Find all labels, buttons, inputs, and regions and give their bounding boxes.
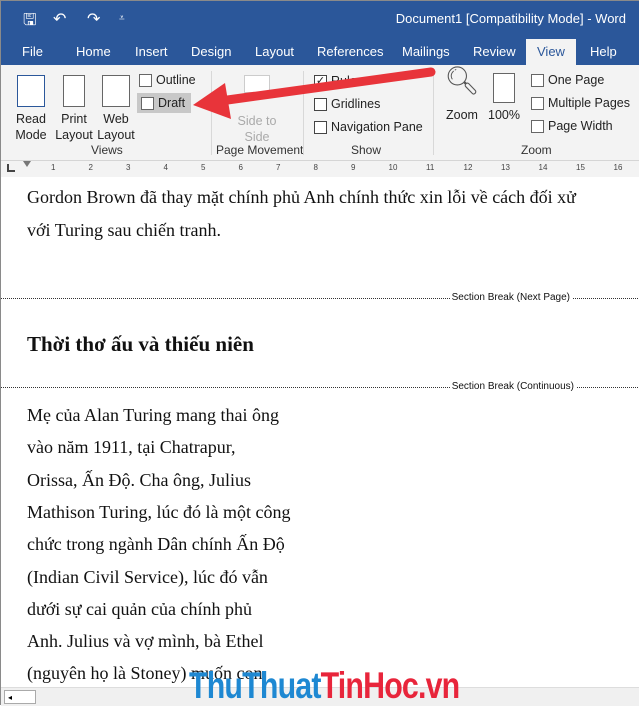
paragraph-line: với Turing sau chiến tranh.	[27, 220, 222, 240]
ruler-number: 11	[426, 163, 435, 172]
paragraph-line: Mathison Turing, lúc đó là một công	[27, 501, 291, 522]
ruler-number: 16	[613, 163, 623, 172]
section-break-next-page: Section Break (Next Page)	[1, 292, 639, 303]
annotation-arrow	[193, 67, 436, 119]
ruler-number: 12	[463, 163, 473, 172]
ruler-number: 10	[388, 163, 398, 172]
ruler-number: 2	[88, 163, 93, 172]
ruler-number: 5	[201, 163, 206, 172]
ruler-number: 14	[538, 163, 548, 172]
ruler-number: 1	[51, 163, 56, 172]
paragraph-line: Mẹ của Alan Turing mang thai ông	[27, 405, 279, 425]
scroll-left-icon[interactable]: ◂	[4, 690, 36, 704]
paragraph-line: Anh. Julius và vợ mình, bà Ethel	[27, 631, 264, 652]
paragraph-line: vào năm 1911, tại Chatrapur,	[27, 437, 236, 458]
indent-marker-icon[interactable]	[23, 161, 31, 171]
paragraph-line: (Indian Civil Service), lúc đó vẫn	[27, 566, 268, 587]
paragraph-line: chức trong ngành Dân chính Ấn Độ	[27, 534, 285, 555]
paragraph-line: dưới sự cai quản của chính phủ	[27, 598, 252, 619]
section-break-continuous: Section Break (Continuous)	[1, 381, 639, 392]
ruler-number: 7	[276, 163, 281, 172]
paragraph-line: Gordon Brown đã thay mặt chính phủ Anh c…	[27, 187, 576, 207]
heading: Thời thơ ấu và thiếu niên	[27, 332, 254, 356]
ruler-number: 15	[576, 163, 585, 172]
tab-stop-icon[interactable]	[7, 164, 15, 172]
ruler-number: 13	[501, 163, 510, 172]
horizontal-ruler[interactable]: 1 2 3 4 5 6 7 8 9 10 11 12 13 14 15 16	[1, 161, 639, 177]
ruler-number: 4	[163, 163, 168, 172]
ruler-number: 3	[126, 163, 131, 172]
paragraph-line: Orissa, Ấn Độ. Cha ông, Julius	[27, 469, 251, 490]
ruler-number: 6	[238, 163, 243, 172]
ruler-number: 9	[351, 163, 356, 172]
ruler-number: 8	[313, 163, 318, 172]
watermark-logo: ThuThuatTinHoc.vn	[189, 665, 460, 706]
document-area[interactable]: Gordon Brown đã thay mặt chính phủ Anh c…	[1, 177, 639, 687]
